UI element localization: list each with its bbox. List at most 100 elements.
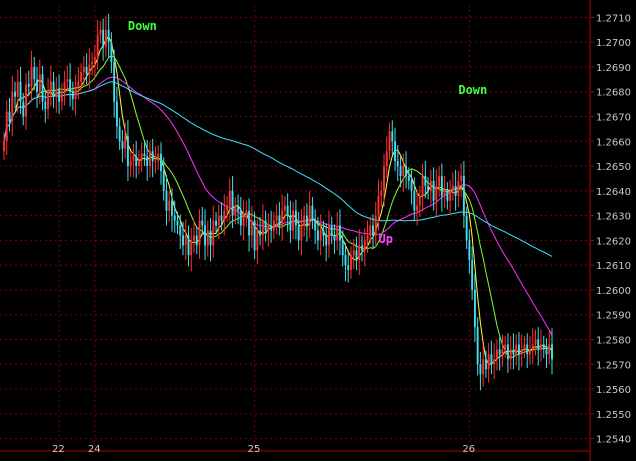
candle-body (490, 354, 493, 365)
candle-body (449, 190, 452, 201)
candle-body (129, 161, 132, 167)
candle-body (540, 344, 542, 350)
candle-body (36, 79, 39, 92)
candle-body (402, 166, 405, 176)
candle-body (526, 344, 529, 355)
candle-body (281, 210, 284, 226)
candle-body (27, 84, 30, 87)
candle-body (91, 61, 94, 65)
candle-body (66, 79, 69, 82)
candle-body (63, 81, 66, 92)
candle-body (294, 210, 297, 226)
candle-body (506, 344, 509, 360)
candle-body (215, 220, 217, 226)
candle-body (250, 220, 253, 236)
candle-body (355, 250, 358, 261)
price-tick-label: 1.2610 (596, 261, 631, 272)
candle-body (383, 166, 385, 191)
candle-body (551, 344, 553, 360)
candle-body (523, 344, 526, 350)
price-tick-label: 1.2630 (596, 212, 631, 223)
candle-body (198, 220, 201, 246)
candle-body (99, 29, 102, 35)
candle-body (468, 240, 471, 261)
candle-body (330, 225, 333, 236)
price-tick-label: 1.2680 (596, 88, 631, 99)
candle-body (237, 205, 240, 211)
candle-body (47, 91, 50, 110)
candle-body (179, 225, 182, 236)
candle-body (520, 349, 523, 355)
candle-body (140, 153, 143, 159)
candle-body (388, 131, 391, 152)
candle-body (19, 81, 22, 102)
candle-body (234, 205, 237, 216)
candle-body (259, 230, 262, 236)
candle-body (427, 185, 430, 191)
candle-body (487, 354, 490, 370)
candle-body (242, 215, 245, 226)
time-tick-label: 24 (88, 444, 101, 455)
candle-body (264, 220, 267, 231)
price-tick-label: 1.2710 (596, 13, 631, 24)
candle-body (361, 245, 363, 251)
candle-body (171, 200, 173, 216)
candle-body (157, 153, 160, 162)
candle-body (424, 175, 427, 186)
candle-body (41, 74, 44, 102)
candle-body (113, 61, 116, 102)
candle-body (71, 91, 74, 100)
candle-body (462, 175, 465, 216)
candle-body (509, 349, 512, 360)
candle-body (193, 235, 195, 241)
candle-body (344, 255, 347, 266)
candle-body (154, 161, 157, 163)
candle-body (374, 215, 377, 236)
candle-body (102, 29, 105, 48)
candle-body (394, 141, 396, 162)
candle-body (160, 153, 162, 172)
candle-body (451, 185, 454, 191)
candle-body (88, 64, 91, 75)
candle-body (325, 235, 328, 246)
candle-body (82, 66, 85, 72)
candle-body (104, 29, 107, 48)
candle-body (435, 185, 438, 201)
candle-body (146, 156, 149, 167)
candle-body (305, 215, 308, 226)
candle-body (454, 185, 457, 196)
candle-body (168, 200, 171, 211)
candle-body (358, 245, 361, 261)
candle-body (418, 195, 421, 206)
price-tick-label: 1.2670 (596, 113, 631, 124)
candle-body (372, 225, 374, 236)
candle-body (405, 166, 408, 176)
candle-body (457, 180, 460, 196)
candle-body (460, 175, 463, 181)
candle-body (322, 230, 325, 236)
candle-body (118, 126, 121, 142)
price-tick-label: 1.2540 (596, 435, 631, 446)
price-tick-label: 1.2620 (596, 236, 631, 247)
candle-body (319, 230, 322, 241)
candle-body (308, 205, 311, 226)
candle-body (369, 225, 372, 236)
candle-body (107, 29, 110, 43)
candle-body (267, 225, 270, 231)
candle-body (239, 210, 242, 226)
candle-body (363, 240, 366, 251)
candle-body (253, 220, 256, 251)
candle-body (542, 344, 545, 350)
candle-body (261, 220, 264, 236)
candle-body (416, 205, 419, 211)
candle-body (531, 344, 534, 350)
candle-body (438, 175, 441, 186)
candle-body (311, 205, 314, 221)
candle-body (74, 86, 77, 100)
candle-body (476, 327, 479, 365)
candle-body (275, 215, 278, 221)
candle-body (537, 339, 540, 350)
price-tick-label: 1.2640 (596, 187, 631, 198)
candle-body (201, 220, 204, 226)
candle-body (85, 66, 88, 75)
